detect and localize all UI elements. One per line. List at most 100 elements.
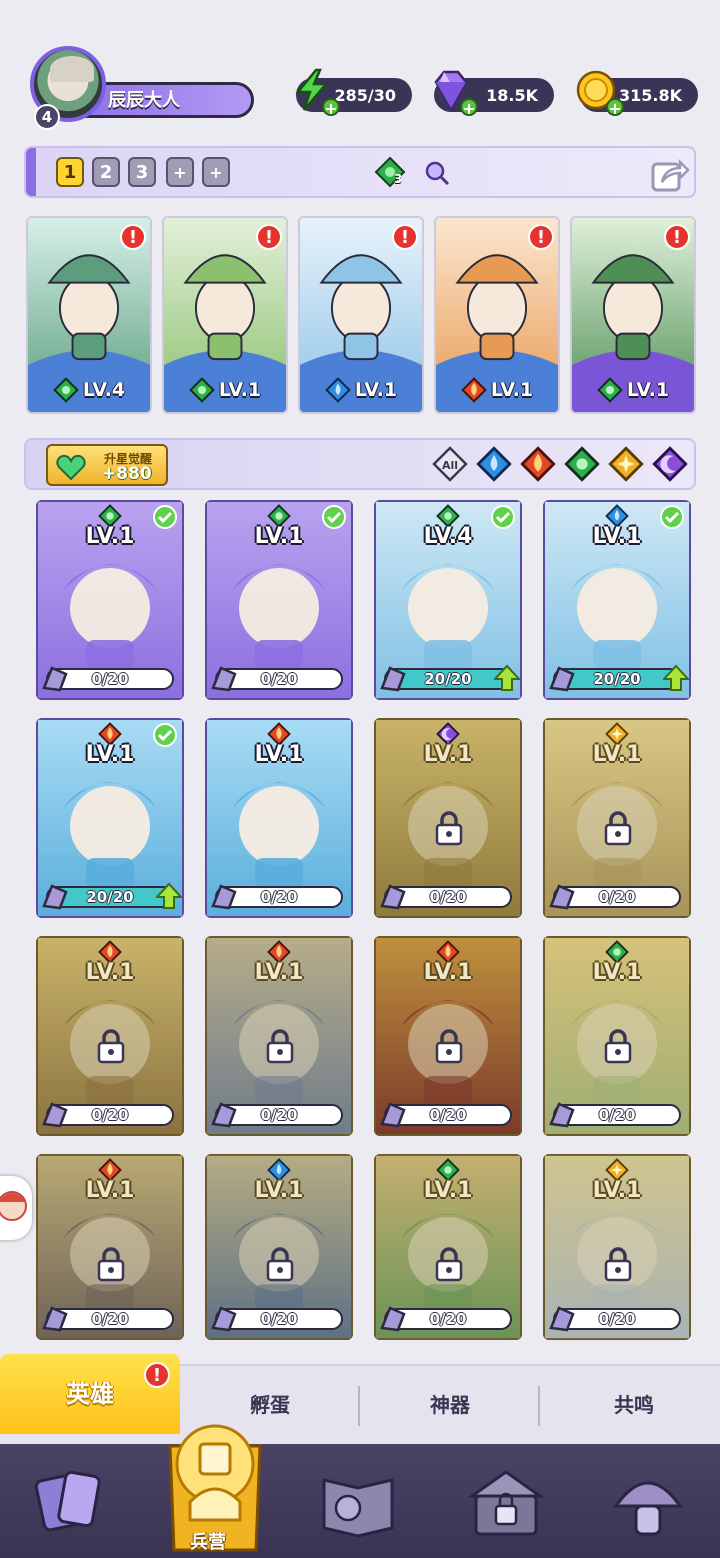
upgrade-alert-icon: ! <box>120 224 146 250</box>
team-tab-2[interactable]: 2 <box>92 157 120 187</box>
hero-card[interactable]: LV.1 20/20 <box>36 718 184 918</box>
team-tab-3[interactable]: 3 <box>128 157 156 187</box>
shard-icon <box>549 1306 575 1332</box>
filter-water-icon[interactable] <box>476 446 512 482</box>
player-profile[interactable]: 4 辰辰大人 <box>24 42 256 130</box>
locked-shop-icon[interactable] <box>466 1462 546 1542</box>
team-slot-level-text: LV.1 <box>218 379 262 401</box>
hero-card-locked[interactable]: LV.1 0/20 <box>205 936 353 1136</box>
team-slot-level-text: LV.4 <box>82 379 126 401</box>
filter-wood-icon[interactable] <box>564 446 600 482</box>
hero-card-locked[interactable]: LV.1 0/20 <box>36 1154 184 1340</box>
checkmark-icon <box>153 505 177 529</box>
hero-card[interactable]: LV.4 20/20 <box>374 500 522 700</box>
add-gold-icon[interactable]: + <box>606 98 624 118</box>
lock-icon <box>97 1029 125 1064</box>
hero-card-locked[interactable]: LV.1 0/20 <box>374 718 522 918</box>
search-icon[interactable] <box>424 160 450 186</box>
gem-counter[interactable]: + 18.5K <box>434 70 554 118</box>
hero-level: LV.1 <box>85 960 135 985</box>
hero-level: LV.1 <box>254 742 304 767</box>
heart-icon <box>56 454 86 480</box>
hero-level: LV.1 <box>254 1178 304 1203</box>
wood-element-icon <box>189 377 215 403</box>
floating-helper-avatar[interactable] <box>0 1176 32 1240</box>
add-team-button-2[interactable]: + <box>202 157 230 187</box>
sub-tab-bar: 英雄 ! 孵蛋 神器 共鸣 <box>0 1354 720 1444</box>
lock-icon <box>266 1029 294 1064</box>
hero-card-locked[interactable]: LV.1 0/20 <box>374 1154 522 1340</box>
gold-value: 315.8K <box>618 85 682 105</box>
upgrade-alert-icon: ! <box>392 224 418 250</box>
cards-icon[interactable] <box>30 1462 110 1542</box>
hero-card[interactable]: LV.1 0/20 <box>205 500 353 700</box>
hero-card-locked[interactable]: LV.1 0/20 <box>374 936 522 1136</box>
shard-icon <box>380 884 406 910</box>
team-slot-level: LV.1 <box>572 368 694 412</box>
lock-icon <box>604 811 632 846</box>
shard-icon <box>380 1102 406 1128</box>
shard-icon <box>380 666 406 692</box>
team-slot-card[interactable]: LV.1! <box>298 216 424 414</box>
team-slot-card[interactable]: LV.1! <box>162 216 288 414</box>
add-team-button[interactable]: + <box>166 157 194 187</box>
upgrade-alert-icon: ! <box>256 224 282 250</box>
player-level-badge: 4 <box>34 104 60 130</box>
tab-resonance[interactable]: 共鸣 <box>544 1380 720 1430</box>
checkmark-icon <box>322 505 346 529</box>
hero-level: LV.1 <box>592 960 642 985</box>
team-slot-card[interactable]: LV.1! <box>434 216 560 414</box>
hero-card[interactable]: LV.1 0/20 <box>36 500 184 700</box>
energy-counter[interactable]: + 285/30 <box>295 68 412 118</box>
player-name: 辰辰大人 <box>108 90 180 111</box>
hero-level: LV.1 <box>423 742 473 767</box>
hero-card-locked[interactable]: LV.1 0/20 <box>205 1154 353 1340</box>
hero-card[interactable]: LV.1 0/20 <box>205 718 353 918</box>
wood-element-icon <box>597 377 623 403</box>
team-slot-level-text: LV.1 <box>490 379 534 401</box>
add-gems-icon[interactable]: + <box>460 98 478 118</box>
water-element-icon <box>325 377 351 403</box>
upgrade-arrow-icon[interactable] <box>494 664 520 692</box>
upgrade-arrow-icon[interactable] <box>156 882 182 910</box>
filter-dark-icon[interactable] <box>652 446 688 482</box>
lock-icon <box>604 1029 632 1064</box>
team-tab-1[interactable]: 1 <box>56 157 84 187</box>
lock-icon <box>435 1029 463 1064</box>
team-slot-card[interactable]: LV.4! <box>26 216 152 414</box>
share-icon[interactable] <box>650 154 690 194</box>
barracks-label: 兵营 <box>190 1532 226 1553</box>
gold-counter[interactable]: + 315.8K <box>576 70 698 118</box>
team-slot-level-text: LV.1 <box>354 379 398 401</box>
filter-all-icon[interactable]: All <box>432 446 468 482</box>
hero-level: LV.1 <box>254 960 304 985</box>
awaken-button[interactable]: 升星觉醒 +880 <box>46 444 168 486</box>
lock-icon <box>266 1247 294 1282</box>
team-slot-level: LV.1 <box>164 368 286 412</box>
add-energy-icon[interactable]: + <box>322 98 340 118</box>
hero-level: LV.1 <box>85 1178 135 1203</box>
team-slot-level: LV.1 <box>300 368 422 412</box>
upgrade-arrow-icon[interactable] <box>663 664 689 692</box>
lock-icon <box>604 1247 632 1282</box>
hero-card-locked[interactable]: LV.1 0/20 <box>543 936 691 1136</box>
team-slot-card[interactable]: LV.1! <box>570 216 696 414</box>
awaken-value: +880 <box>102 464 152 484</box>
hero-card-locked[interactable]: LV.1 0/20 <box>543 718 691 918</box>
filter-fire-icon[interactable] <box>520 446 556 482</box>
hero-card-locked[interactable]: LV.1 0/20 <box>36 936 184 1136</box>
upgrade-alert-icon: ! <box>528 224 554 250</box>
tab-artifact[interactable]: 神器 <box>360 1380 540 1430</box>
shard-icon <box>211 1102 237 1128</box>
shard-icon <box>549 884 575 910</box>
shard-icon <box>42 1102 68 1128</box>
map-book-icon[interactable] <box>318 1462 398 1542</box>
mushroom-icon[interactable] <box>608 1462 688 1542</box>
shard-icon <box>211 666 237 692</box>
lock-icon <box>435 1247 463 1282</box>
hero-level: LV.1 <box>423 1178 473 1203</box>
hero-card-locked[interactable]: LV.1 0/20 <box>543 1154 691 1340</box>
filter-light-icon[interactable] <box>608 446 644 482</box>
hero-card[interactable]: LV.1 20/20 <box>543 500 691 700</box>
wood-element-icon <box>53 377 79 403</box>
